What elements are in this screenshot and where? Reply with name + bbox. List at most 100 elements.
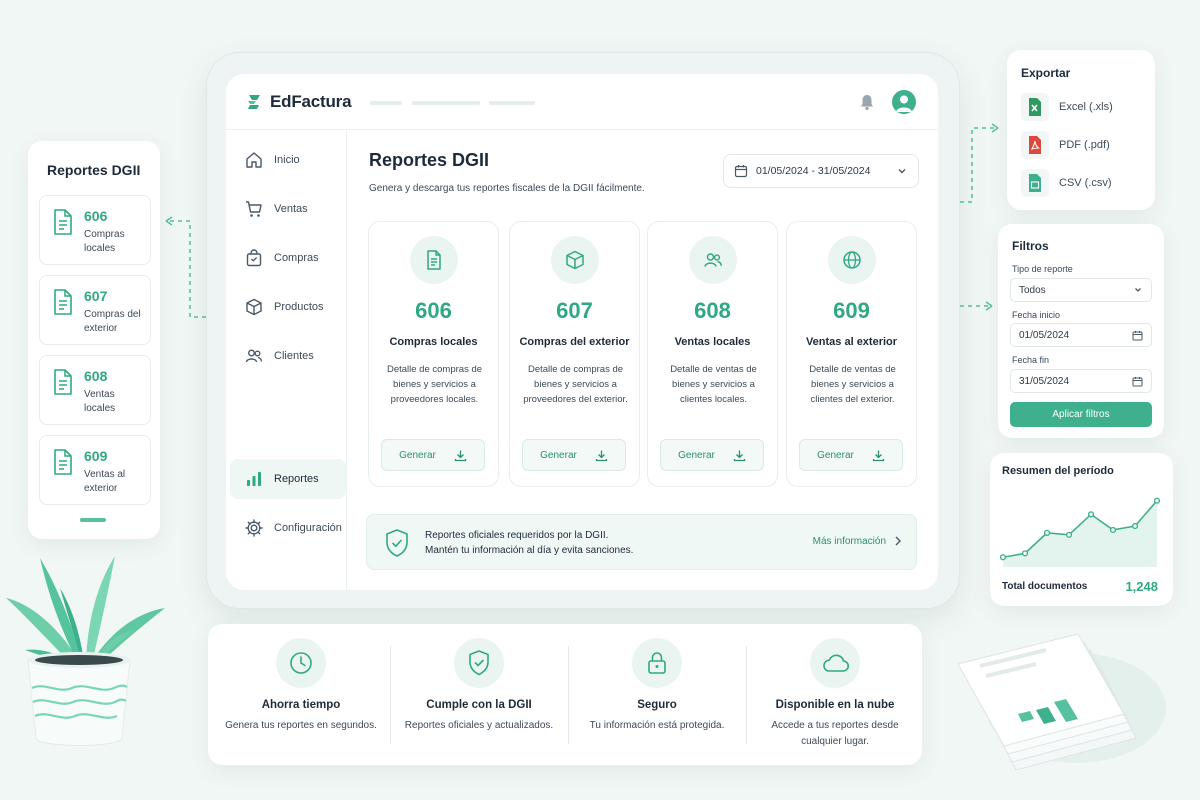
export-label: CSV (.csv) [1059, 177, 1112, 189]
feature-icon-badge [276, 638, 326, 688]
sidebar-item-productos[interactable]: Productos [230, 287, 346, 327]
calendar-icon [1132, 330, 1143, 340]
calendar-icon [1132, 376, 1143, 386]
report-type-select[interactable]: Todos [1010, 278, 1152, 302]
logo-mark-icon [248, 95, 260, 109]
export-pdf[interactable]: PDF (.pdf) [1021, 130, 1110, 160]
report-code: 607 [556, 298, 593, 323]
export-label: PDF (.pdf) [1059, 139, 1110, 151]
list-item[interactable]: 607 Compras del exterior [39, 275, 151, 345]
chevron-right-icon [895, 536, 901, 546]
feature-icon-badge [810, 638, 860, 688]
sidebar-item-label: Ventas [274, 203, 308, 215]
info-line-2: Mantén tu información al día y evita san… [425, 545, 634, 556]
report-icon-badge [689, 236, 737, 284]
report-icon-badge [551, 236, 599, 284]
date-range-picker[interactable]: 01/05/2024 - 31/05/2024 [723, 154, 919, 188]
list-item[interactable]: 609 Ventas al exterior [39, 435, 151, 505]
total-value: 1,248 [1125, 579, 1158, 594]
export-csv[interactable]: CSV (.csv) [1021, 168, 1112, 198]
feature-icon-badge [454, 638, 504, 688]
feature-item: Cumple con la DGII Reportes oficiales y … [390, 624, 568, 765]
csv-icon [1021, 169, 1049, 197]
generate-button[interactable]: Generar [522, 439, 626, 471]
generate-button[interactable]: Generar [381, 439, 485, 471]
sidebar-item-compras[interactable]: Compras [230, 238, 346, 278]
chart-point [1109, 526, 1117, 534]
more-info-link[interactable]: Más información [813, 535, 902, 547]
panel-title: Filtros [1012, 239, 1049, 253]
report-code: 609 [833, 298, 870, 323]
report-type-value: Todos [1019, 284, 1046, 296]
document-icon [54, 289, 72, 315]
report-description: Detalle de compras de bienes y servicios… [386, 364, 483, 405]
list-item-code: 607 [84, 288, 108, 304]
sidebar-item-clientes[interactable]: Clientes [230, 336, 346, 376]
avatar[interactable] [892, 90, 916, 114]
document-icon [54, 369, 72, 395]
more-info-label: Más información [812, 535, 886, 547]
sidebar-item-inicio[interactable]: Inicio [230, 140, 346, 180]
apply-filters-button[interactable]: Aplicar filtros [1010, 402, 1152, 427]
download-icon [454, 450, 466, 461]
generate-button-label: Generar [678, 449, 715, 461]
list-item-name: Ventas al exterior [84, 469, 126, 494]
nav-placeholder [489, 101, 535, 105]
sidebar-item-label: Inicio [274, 154, 300, 166]
generate-button-label: Generar [399, 449, 436, 461]
app-logo[interactable]: EdFactura [246, 92, 352, 112]
sidebar-item-label: Compras [274, 252, 319, 264]
bell-icon[interactable] [858, 93, 876, 111]
sidebar-item-configuracion[interactable]: Configuración [230, 508, 346, 548]
feature-icon-badge [632, 638, 682, 688]
report-card-609: 609 Ventas al exterior Detalle de ventas… [786, 221, 917, 487]
feature-title: Disponible en la nube [775, 699, 895, 711]
scroll-handle[interactable] [80, 518, 106, 522]
sidebar-item-reportes[interactable]: Reportes [230, 459, 346, 499]
app-window: EdFactura Inicio Ventas Compras Producto… [226, 74, 938, 590]
list-item-name: Ventas locales [84, 389, 116, 414]
export-panel: Exportar Excel (.xls) PDF (.pdf) CSV (.c… [1007, 50, 1155, 210]
globe-icon [843, 251, 861, 269]
report-description: Detalle de compras de bienes y servicios… [523, 364, 628, 405]
box-icon [246, 298, 262, 316]
feature-title: Ahorra tiempo [261, 699, 341, 711]
list-item-name: Compras locales [84, 229, 125, 254]
report-type-label: Tipo de reporte [1012, 264, 1073, 274]
list-item[interactable]: 608 Ventas locales [39, 355, 151, 425]
list-item[interactable]: 606 Compras locales [39, 195, 151, 265]
page-subtitle: Genera y descarga tus reportes fiscales … [369, 183, 645, 194]
report-title: Ventas al exterior [805, 336, 898, 348]
export-label: Excel (.xls) [1059, 101, 1113, 113]
app-name: EdFactura [270, 92, 352, 111]
nav-placeholder [370, 101, 402, 105]
end-date-field[interactable]: 31/05/2024 [1010, 369, 1152, 393]
generate-button[interactable]: Generar [799, 439, 903, 471]
start-date-value: 01/05/2024 [1019, 329, 1070, 341]
document-icon [427, 250, 441, 270]
chart-point [1087, 511, 1095, 518]
document-icon [54, 449, 72, 475]
panel-title: Reportes DGII [47, 162, 141, 178]
sidebar-item-label: Productos [274, 301, 324, 313]
report-code: 606 [415, 298, 452, 323]
total-label: Total documentos [1002, 581, 1088, 592]
report-title: Ventas locales [674, 336, 751, 348]
generate-button[interactable]: Generar [660, 439, 764, 471]
clock-icon [290, 652, 312, 674]
gear-icon [245, 519, 263, 537]
plant-illustration [6, 556, 165, 746]
reports-list-panel: Reportes DGII 606 Compras locales 607 Co… [28, 141, 160, 539]
list-item-name: Compras del exterior [84, 309, 141, 334]
date-range-value: 01/05/2024 - 31/05/2024 [756, 165, 871, 177]
document-icon [54, 209, 72, 235]
start-date-field[interactable]: 01/05/2024 [1010, 323, 1152, 347]
info-banner: Reportes oficiales requeridos por la DGI… [366, 514, 917, 570]
sidebar-item-ventas[interactable]: Ventas [230, 189, 346, 229]
filters-panel: Filtros Tipo de reporte Todos Fecha inic… [998, 224, 1164, 438]
shield-check-icon [386, 529, 408, 557]
sidebar: Inicio Ventas Compras Productos Clientes… [226, 130, 347, 590]
export-excel[interactable]: Excel (.xls) [1021, 92, 1113, 122]
feature-item: Seguro Tu información está protegida. [568, 624, 746, 765]
users-icon [704, 253, 722, 267]
